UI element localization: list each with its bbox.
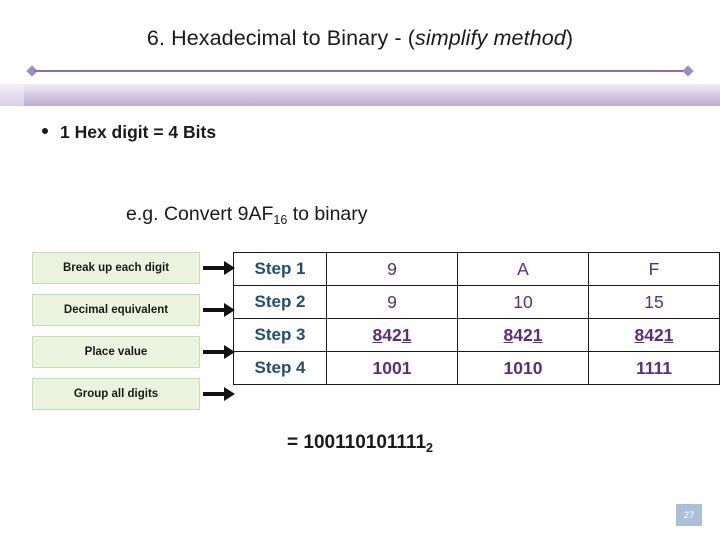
step-cell: Step 2 <box>233 285 327 319</box>
step-cell: Step 4 <box>233 351 327 385</box>
page-number-badge: 27 <box>676 504 702 526</box>
value-cell: 1010 <box>457 351 589 385</box>
value-cell: 9 <box>326 285 458 319</box>
arrow-right-icon <box>203 252 237 284</box>
value-cell: 15 <box>588 285 720 319</box>
label-group-all-digits: Group all digits <box>32 378 200 410</box>
page-title-italic: simplify method <box>414 26 566 50</box>
example-line: e.g. Convert 9AF16 to binary <box>126 203 368 227</box>
divider-line <box>34 70 686 72</box>
step-cell: Step 1 <box>233 252 327 286</box>
value-cell: 8421 <box>588 318 720 352</box>
bullet-label: 1 Hex digit = 4 Bits <box>60 122 217 142</box>
table-row: Step 3 8421 8421 8421 <box>233 318 720 352</box>
result-text: = 100110101111 <box>287 432 427 453</box>
arrow-right-icon <box>203 294 237 326</box>
result-subscript: 2 <box>426 441 433 455</box>
step-labels: Break up each digit Decimal equivalent P… <box>32 252 200 420</box>
title-divider <box>26 65 694 77</box>
place-value-part-2: 42 <box>513 324 533 345</box>
value-cell: 10 <box>457 285 589 319</box>
label-text: Break up each digit <box>62 262 170 274</box>
page-title-main: 6. Hexadecimal to Binary - ( <box>146 26 415 50</box>
decorative-band-accent <box>0 84 24 106</box>
place-value-part-1: 8 <box>634 324 645 345</box>
place-value-part-3: 1 <box>401 324 412 345</box>
place-value-part-1: 8 <box>503 324 514 345</box>
value-cell: 1001 <box>326 351 458 385</box>
bullet-dot-icon <box>42 128 48 134</box>
conversion-table: Step 1 9 A F Step 2 9 10 15 Step 3 8421 … <box>233 252 720 385</box>
place-value-part-3: 1 <box>532 324 543 345</box>
page-number-text: 27 <box>683 509 695 521</box>
decorative-band <box>0 84 720 106</box>
page-title: 6. Hexadecimal to Binary - (simplify met… <box>0 26 720 51</box>
value-cell: 8421 <box>326 318 458 352</box>
page-title-close: ) <box>565 26 574 50</box>
arrow-column <box>203 252 237 420</box>
value-cell: A <box>457 252 589 286</box>
label-decimal-equivalent: Decimal equivalent <box>32 294 200 326</box>
example-subscript: 16 <box>273 213 288 227</box>
value-cell: 8421 <box>457 318 589 352</box>
arrow-right-icon <box>203 378 237 410</box>
label-text: Group all digits <box>73 388 159 400</box>
table-row: Step 4 1001 1010 1111 <box>233 351 720 385</box>
place-value-part-2: 42 <box>644 324 664 345</box>
place-value-part-2: 42 <box>382 324 402 345</box>
result-line: = 1001101011112 <box>0 432 720 455</box>
place-value-part-3: 1 <box>663 324 674 345</box>
table-row: Step 2 9 10 15 <box>233 285 720 319</box>
divider-dot-right-icon <box>682 65 694 77</box>
arrow-right-icon <box>203 336 237 368</box>
step-cell: Step 3 <box>233 318 327 352</box>
example-prefix: e.g. Convert 9AF <box>126 203 274 225</box>
bullet-item: 1 Hex digit = 4 Bits <box>42 122 216 143</box>
label-break-up-each-digit: Break up each digit <box>32 252 200 284</box>
label-text: Decimal equivalent <box>63 304 169 316</box>
place-value-part-1: 8 <box>372 324 383 345</box>
label-text: Place value <box>84 346 148 358</box>
value-cell: 1111 <box>588 351 720 385</box>
table-row: Step 1 9 A F <box>233 252 720 286</box>
value-cell: F <box>588 252 720 286</box>
value-cell: 9 <box>326 252 458 286</box>
example-suffix: to binary <box>287 203 368 225</box>
label-place-value: Place value <box>32 336 200 368</box>
